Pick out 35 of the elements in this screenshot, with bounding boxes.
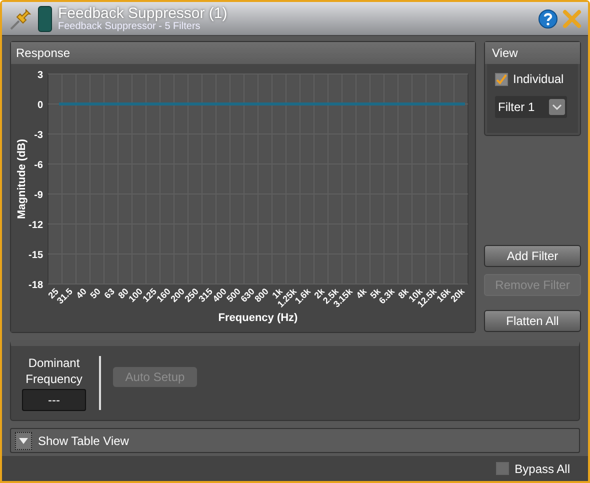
window-subtitle: Feedback Suppressor - 5 Filters (58, 22, 200, 32)
window-title: Feedback Suppressor (1) (58, 6, 228, 20)
y-tick-label: -6 (34, 160, 43, 171)
chevron-down-icon (549, 99, 565, 115)
bypass-checkbox[interactable] (496, 462, 509, 475)
y-tick-label: -18 (28, 280, 43, 291)
y-tick-label: -3 (34, 130, 43, 141)
filter-dropdown[interactable]: Filter 1 (495, 96, 567, 118)
x-tick-label: 8k (396, 286, 410, 300)
filter-button[interactable]: Add Filter (484, 245, 581, 267)
y-axis-title: Magnitude (dB) (16, 138, 28, 220)
dominant-frequency-label: Dominant Frequency (24, 355, 84, 387)
panel-title: View (492, 45, 518, 62)
help-icon[interactable] (538, 8, 558, 28)
x-tick-label: 63 (102, 286, 116, 300)
expand-toggle[interactable] (15, 432, 32, 450)
y-tick-label: -9 (34, 190, 43, 201)
individual-checkbox[interactable] (495, 72, 508, 86)
y-tick-label: 3 (37, 70, 43, 81)
dominant-frequency-display: --- (22, 389, 86, 411)
y-tick-label: 0 (37, 100, 43, 111)
panel-title: Response (16, 45, 70, 62)
filter-button[interactable]: Flatten All (484, 310, 581, 332)
checkbox-label: Bypass All (514, 460, 570, 478)
y-tick-label: -12 (28, 220, 43, 231)
y-tick-label: -15 (28, 250, 43, 261)
x-tick-label: 50 (88, 286, 102, 300)
checkbox-label: Individual (513, 71, 564, 88)
checkmark-icon (496, 74, 507, 84)
x-tick-label: 4k (354, 286, 368, 300)
x-tick-label: 40 (74, 286, 88, 300)
color-swatch (38, 6, 52, 32)
table-view-label: Show Table View (38, 432, 129, 450)
triangle-down-icon (19, 438, 28, 444)
x-axis-title: Frequency (Hz) (218, 312, 298, 324)
